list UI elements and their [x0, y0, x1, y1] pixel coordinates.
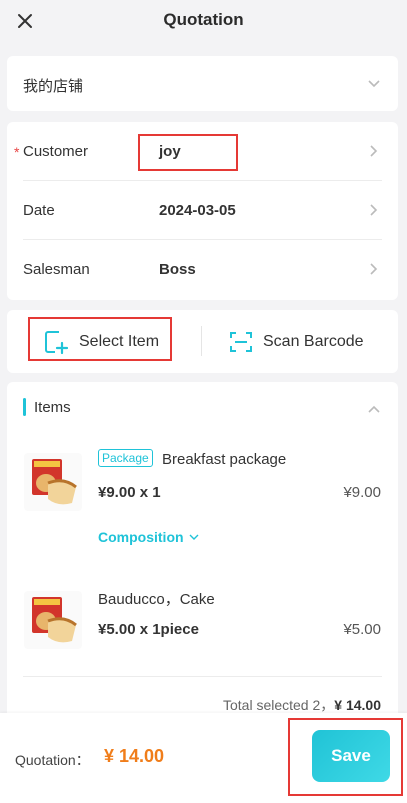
quotation-total-amount: ¥ 14.00	[104, 746, 165, 766]
divider	[23, 676, 382, 677]
divider	[201, 326, 202, 356]
items-title: Items	[34, 399, 71, 416]
date-label: Date	[23, 202, 55, 219]
scan-barcode-button[interactable]: Scan Barcode	[229, 310, 364, 373]
save-button[interactable]: Save	[312, 730, 390, 782]
product-quantity: ¥9.00 x 1	[98, 484, 161, 501]
chevron-right-icon	[368, 145, 380, 157]
salesman-row[interactable]: Salesman Boss	[23, 240, 382, 299]
footer-bar: Quotation： ¥ 14.00 Save	[0, 713, 407, 803]
composition-toggle[interactable]: Composition	[98, 529, 199, 545]
quotation-info-card: * Customer joy Date 2024-03-05 Salesman …	[7, 122, 398, 300]
product-image	[24, 453, 82, 511]
selection-summary: Total selected 2，¥ 14.00	[223, 695, 381, 715]
product-name: Bauducco，Cake	[98, 591, 215, 608]
header: Quotation	[0, 0, 407, 44]
select-item-label: Select Item	[79, 332, 160, 350]
package-badge: Package	[98, 449, 153, 467]
chevron-right-icon	[368, 204, 380, 216]
product-quantity: ¥5.00 x 1piece	[98, 621, 199, 638]
item-actions-card: Select Item Scan Barcode	[7, 310, 398, 373]
add-item-icon	[45, 330, 69, 354]
product-total: ¥9.00	[343, 484, 381, 501]
store-selector[interactable]: 我的店铺	[7, 56, 398, 111]
customer-row[interactable]: * Customer joy	[14, 122, 382, 181]
salesman-value: Boss	[159, 261, 196, 278]
quotation-total-label: Quotation：	[15, 752, 90, 768]
product-total: ¥5.00	[343, 621, 381, 638]
product-name: Breakfast package	[162, 451, 287, 468]
chevron-down-icon	[368, 78, 380, 90]
items-card: Items Package Breakfast package ¥9.00 x …	[7, 382, 398, 722]
composition-label: Composition	[98, 529, 184, 545]
section-accent-bar	[23, 398, 26, 416]
summary-prefix: Total selected 2，	[222, 697, 335, 713]
scan-icon	[230, 331, 252, 352]
required-marker: *	[14, 144, 20, 160]
salesman-label: Salesman	[23, 261, 90, 278]
product-image	[24, 591, 82, 649]
select-item-button[interactable]: Select Item	[43, 310, 159, 373]
chevron-down-icon	[189, 534, 199, 540]
store-name: 我的店铺	[23, 78, 84, 95]
summary-amount: ¥ 14.00	[334, 697, 381, 713]
customer-value: joy	[159, 143, 181, 160]
date-row[interactable]: Date 2024-03-05	[23, 181, 382, 240]
page-title: Quotation	[163, 10, 244, 29]
customer-label: Customer	[23, 143, 89, 160]
chevron-up-icon[interactable]	[368, 403, 380, 415]
date-value: 2024-03-05	[159, 202, 236, 219]
chevron-right-icon	[368, 263, 380, 275]
scan-barcode-label: Scan Barcode	[263, 332, 364, 350]
